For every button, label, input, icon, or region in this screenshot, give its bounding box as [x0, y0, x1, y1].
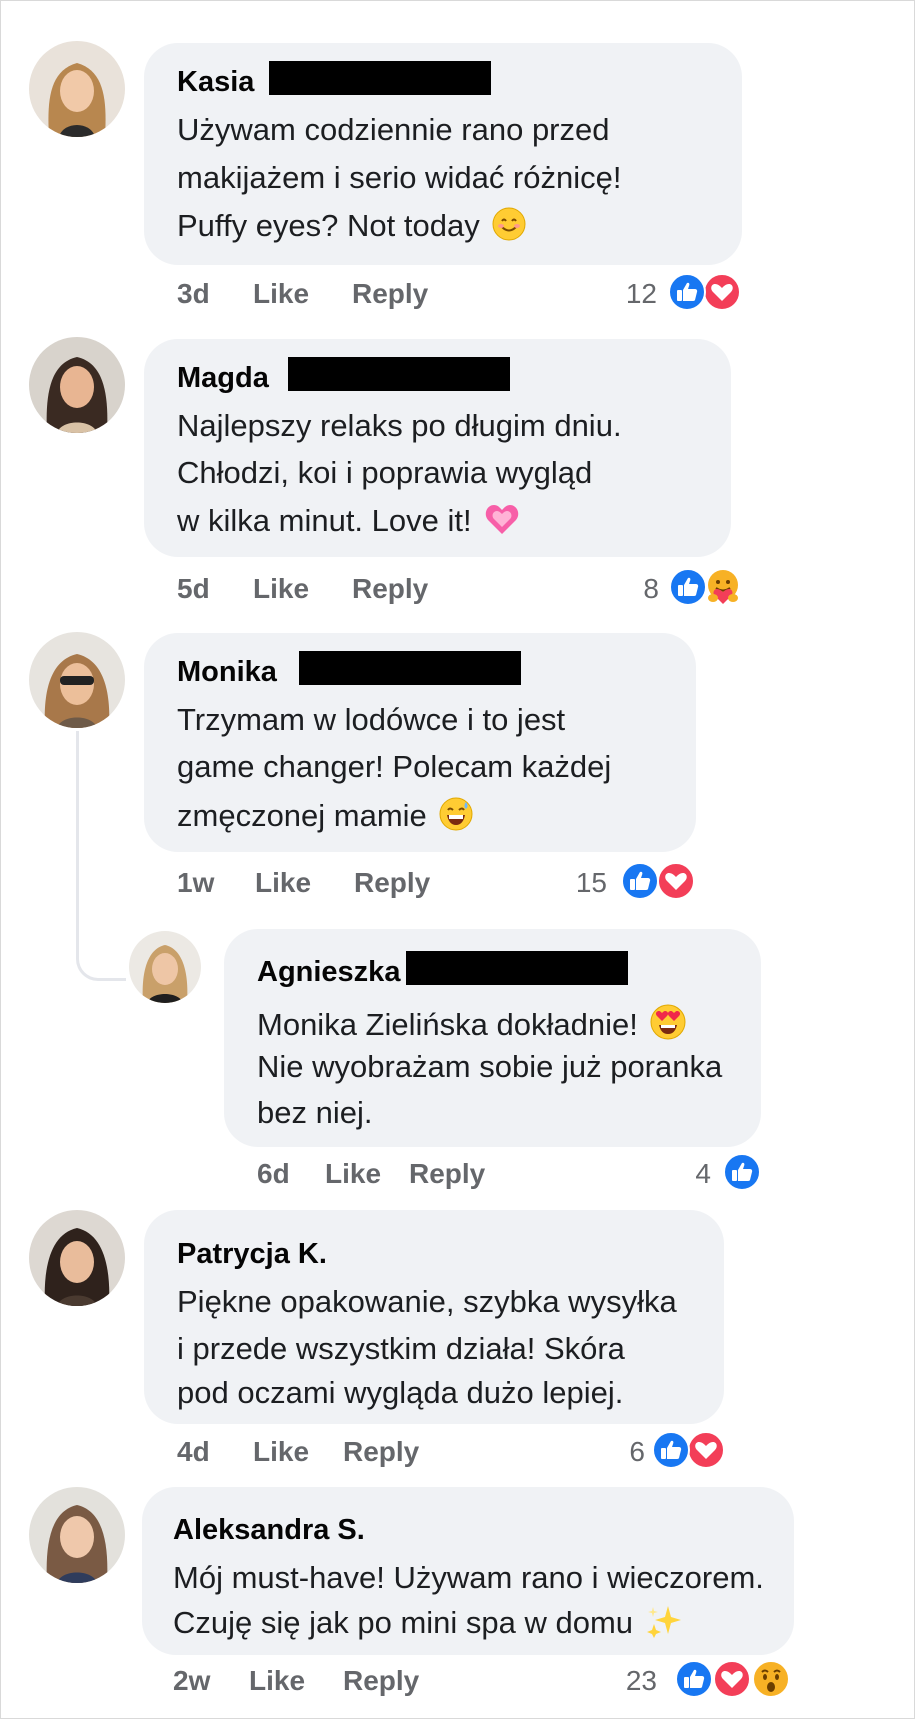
reply-button[interactable]: Reply: [352, 278, 428, 310]
comment-text-line: Chłodzi, koi i poprawia wygląd: [177, 455, 593, 490]
redacted-surname: [299, 651, 521, 685]
comment-text-line: Trzymam w lodówce i to jest: [177, 702, 566, 737]
like-button[interactable]: Like: [255, 867, 311, 899]
comment-author[interactable]: Kasia: [177, 65, 254, 99]
avatar[interactable]: [29, 632, 125, 728]
like-reaction-icon[interactable]: [621, 862, 659, 900]
smiling-face-emoji: [492, 207, 526, 241]
heart-eyes-emoji: [650, 1004, 686, 1040]
love-reaction-icon[interactable]: [657, 862, 695, 900]
comment-text: Czuję się jak po mini spa w domu: [173, 1605, 634, 1640]
redacted-surname: [406, 951, 628, 985]
comment-text-line: Nie wyobrażam sobie już poranka: [257, 1049, 723, 1084]
comment-text-line: pod oczami wygląda dużo lepiej.: [177, 1375, 624, 1410]
love-reaction-icon[interactable]: [703, 273, 741, 311]
comment-text: Monika Zielińska dokładnie!: [257, 1007, 638, 1042]
reaction-count[interactable]: 8: [609, 573, 659, 605]
like-button[interactable]: Like: [249, 1665, 305, 1697]
like-reaction-icon[interactable]: [652, 1431, 690, 1469]
avatar[interactable]: [129, 931, 201, 1003]
like-reaction-icon[interactable]: [675, 1660, 713, 1698]
comment-text-line: zmęczonej mamie: [177, 797, 473, 833]
growing-heart-emoji: [484, 502, 520, 536]
like-reaction-icon[interactable]: [723, 1153, 761, 1191]
comment-text-line: Mój must-have! Używam rano i wieczorem.: [173, 1560, 764, 1595]
comment-author[interactable]: Monika: [177, 655, 277, 689]
avatar[interactable]: [29, 1487, 125, 1583]
comment-text-line: i przede wszystkim działa! Skóra: [177, 1331, 625, 1366]
avatar[interactable]: [29, 1210, 125, 1306]
reply-button[interactable]: Reply: [343, 1665, 419, 1697]
comment-text-line: bez niej.: [257, 1095, 373, 1130]
comment-author[interactable]: Patrycja K.: [177, 1237, 327, 1271]
grinning-sweat-emoji: [439, 797, 473, 831]
comment-author[interactable]: Agnieszka: [257, 955, 400, 989]
reply-thread-connector: [76, 731, 126, 981]
comment-author[interactable]: Magda: [177, 361, 269, 395]
comments-panel: Kasia Używam codziennie rano przed makij…: [0, 0, 915, 1719]
care-reaction-icon[interactable]: [704, 568, 742, 606]
like-reaction-icon[interactable]: [668, 273, 706, 311]
comment-time[interactable]: 4d: [177, 1436, 210, 1468]
reply-button[interactable]: Reply: [409, 1158, 485, 1190]
like-button[interactable]: Like: [253, 573, 309, 605]
comment-text: w kilka minut. Love it!: [177, 503, 472, 538]
reaction-count[interactable]: 12: [607, 278, 657, 310]
comment-text-line: w kilka minut. Love it!: [177, 502, 520, 538]
comment-time[interactable]: 2w: [173, 1665, 210, 1697]
redacted-surname: [269, 61, 491, 95]
comment-text-line: Puffy eyes? Not today: [177, 207, 526, 243]
comment-text-line: Używam codziennie rano przed: [177, 112, 610, 147]
like-button[interactable]: Like: [253, 1436, 309, 1468]
redacted-surname: [288, 357, 510, 391]
comment-text: zmęczonej mamie: [177, 798, 427, 833]
comment-text-line: game changer! Polecam każdej: [177, 749, 612, 784]
like-button[interactable]: Like: [325, 1158, 381, 1190]
comment-text: Puffy eyes? Not today: [177, 208, 480, 243]
comment-time[interactable]: 3d: [177, 278, 210, 310]
comment-time[interactable]: 1w: [177, 867, 214, 899]
like-button[interactable]: Like: [253, 278, 309, 310]
reply-button[interactable]: Reply: [352, 573, 428, 605]
comment-time[interactable]: 6d: [257, 1158, 290, 1190]
avatar[interactable]: [29, 337, 125, 433]
comment-author[interactable]: Aleksandra S.: [173, 1513, 365, 1547]
love-reaction-icon[interactable]: [687, 1431, 725, 1469]
comment-text-line: Czuję się jak po mini spa w domu: [173, 1604, 682, 1640]
comment-text-line: makijażem i serio widać różnicę!: [177, 160, 622, 195]
reply-button[interactable]: Reply: [354, 867, 430, 899]
reaction-count[interactable]: 4: [661, 1158, 711, 1190]
reaction-count[interactable]: 6: [595, 1436, 645, 1468]
avatar[interactable]: [29, 41, 125, 137]
sparkles-emoji: [646, 1604, 682, 1638]
comment-text-line: Monika Zielińska dokładnie!: [257, 1004, 686, 1042]
reply-button[interactable]: Reply: [343, 1436, 419, 1468]
reaction-count[interactable]: 15: [557, 867, 607, 899]
comment-text-line: Najlepszy relaks po długim dniu.: [177, 408, 622, 443]
comment-text-line: Piękne opakowanie, szybka wysyłka: [177, 1284, 677, 1319]
comment-time[interactable]: 5d: [177, 573, 210, 605]
reaction-count[interactable]: 23: [607, 1665, 657, 1697]
wow-reaction-icon[interactable]: [752, 1660, 790, 1698]
love-reaction-icon[interactable]: [713, 1660, 751, 1698]
like-reaction-icon[interactable]: [669, 568, 707, 606]
